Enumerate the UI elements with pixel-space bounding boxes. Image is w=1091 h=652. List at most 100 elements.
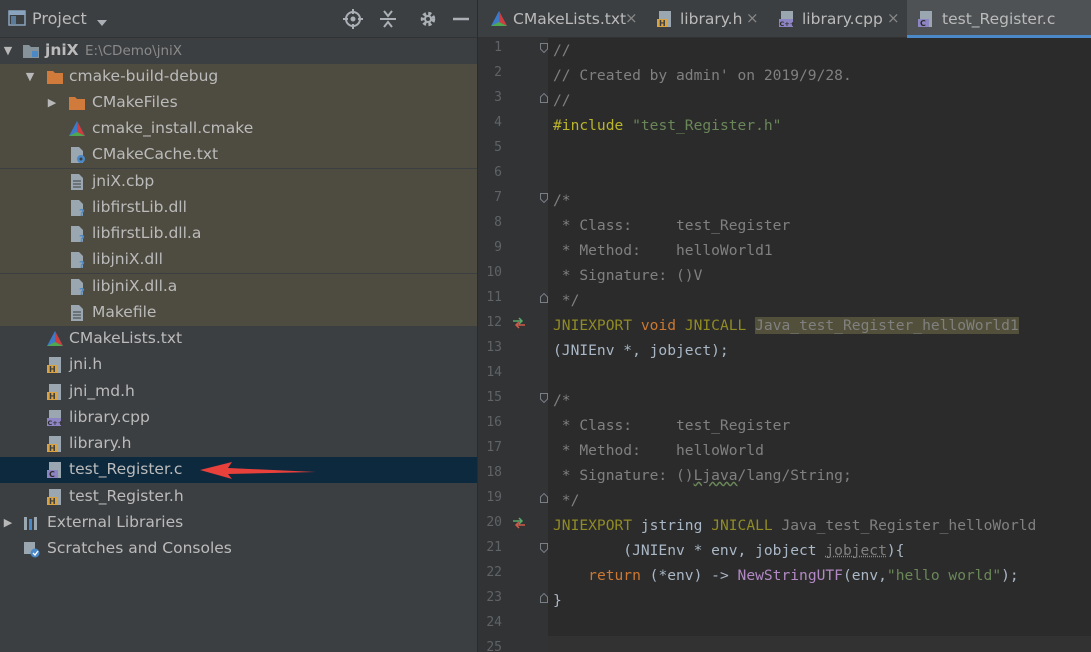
fold-open-icon[interactable] xyxy=(540,43,548,53)
fold-open-icon[interactable] xyxy=(540,393,548,403)
line-number: 10 xyxy=(486,265,502,280)
tab-label: library.h xyxy=(680,10,743,28)
tree-item-library-cpp[interactable]: C++ library.cpp xyxy=(0,405,477,431)
svg-text:H: H xyxy=(49,497,56,506)
keyword-token: void xyxy=(640,317,677,334)
fold-close-icon[interactable] xyxy=(540,593,548,603)
svg-text:C: C xyxy=(49,470,55,479)
tree-item-label: libjniX.dll.a xyxy=(92,277,178,295)
tree-item-external-libraries[interactable]: ▶ External Libraries xyxy=(0,510,477,536)
fold-close-icon[interactable] xyxy=(540,293,548,303)
tree-item-label: libfirstLib.dll.a xyxy=(92,224,202,242)
tree-item-jnix-cbp[interactable]: jniX.cbp xyxy=(0,169,477,195)
svg-text:C++: C++ xyxy=(48,419,64,427)
comment-text: /lang/String; xyxy=(737,467,852,484)
svg-text:?: ? xyxy=(79,208,85,217)
tab-test-register-c[interactable]: C test_Register.c xyxy=(907,0,1091,38)
line-number: 18 xyxy=(486,465,502,480)
macro-token: JNICALL xyxy=(711,517,773,534)
code-line-4: #include "test_Register.h" xyxy=(553,113,781,138)
c-file-icon: C xyxy=(46,461,64,479)
expand-arrow-icon[interactable]: ▼ xyxy=(24,70,36,84)
code-line-9: * Method: helloWorld1 xyxy=(553,242,773,259)
code-area[interactable]: // // Created by admin' on 2019/9/28. //… xyxy=(553,38,1091,652)
code-line-16: * Class: test_Register xyxy=(553,417,791,434)
tree-item-cmake-install[interactable]: cmake_install.cmake xyxy=(0,116,477,142)
tree-item-makefile[interactable]: Makefile xyxy=(0,300,477,326)
current-line-highlight xyxy=(548,636,1091,652)
h-file-icon: H xyxy=(656,10,674,28)
comment-text: * Signature: () xyxy=(553,467,694,484)
settings-gear-icon[interactable] xyxy=(418,9,438,29)
svg-text:C++: C++ xyxy=(780,20,796,28)
code-text: (*env) -> xyxy=(640,567,738,584)
unused-param-token: jobject xyxy=(825,542,887,559)
code-line-8: * Class: test_Register xyxy=(553,217,791,234)
code-line-7: /* xyxy=(553,192,571,209)
tree-item-label: jni.h xyxy=(69,355,103,373)
tree-item-libfirstlib-dll-a[interactable]: ? libfirstLib.dll.a xyxy=(0,221,477,247)
unknown-file-icon: ? xyxy=(68,251,86,271)
line-number: 20 xyxy=(486,515,502,530)
tab-cmakelists[interactable]: CMakeLists.txt × xyxy=(478,0,646,38)
fold-close-icon[interactable] xyxy=(540,93,548,103)
hide-panel-icon[interactable] xyxy=(451,9,471,29)
tree-item-label: library.h xyxy=(69,434,132,452)
tab-library-cpp[interactable]: C++ library.cpp × xyxy=(765,0,907,38)
folder-excluded-icon xyxy=(68,94,86,112)
tree-item-label: CMakeCache.txt xyxy=(92,145,219,163)
tree-item-cmakelists[interactable]: CMakeLists.txt xyxy=(0,326,477,352)
tree-item-cmake-build-debug[interactable]: ▼ cmake-build-debug xyxy=(0,64,477,90)
collapsed-arrow-icon[interactable]: ▶ xyxy=(2,516,14,530)
tab-library-h[interactable]: H library.h × xyxy=(646,0,765,38)
fold-open-icon[interactable] xyxy=(540,193,548,203)
expand-arrow-icon[interactable]: ▼ xyxy=(2,44,14,58)
fold-close-icon[interactable] xyxy=(540,493,548,503)
code-line-15: /* xyxy=(553,392,571,409)
tab-close-icon[interactable]: × xyxy=(887,9,900,27)
tab-close-icon[interactable]: × xyxy=(625,9,638,27)
tree-item-library-h[interactable]: H library.h xyxy=(0,431,477,457)
fold-open-icon[interactable] xyxy=(540,543,548,553)
code-line-23: } xyxy=(553,592,562,609)
editor-tab-bar: CMakeLists.txt × H library.h × C++ libra… xyxy=(478,0,1091,38)
tree-item-jnix[interactable]: ▼ jniX E:\CDemo\jniX xyxy=(0,38,477,64)
project-panel-title[interactable]: Project xyxy=(32,9,87,28)
line-number: 13 xyxy=(486,340,502,355)
collapsed-arrow-icon[interactable]: ▶ xyxy=(46,96,58,110)
line-number: 12 xyxy=(486,315,502,330)
typo-underlined-text: Ljava xyxy=(693,467,738,484)
line-number: 7 xyxy=(494,190,502,205)
tree-item-libfirstlib-dll[interactable]: ? libfirstLib.dll xyxy=(0,195,477,221)
code-line-20: JNIEXPORT jstring JNICALL Java_test_Regi… xyxy=(553,513,1036,538)
locate-icon[interactable] xyxy=(343,9,363,29)
navigate-related-icon[interactable] xyxy=(512,317,526,329)
tree-item-test-register-h[interactable]: H test_Register.h xyxy=(0,484,477,510)
navigate-related-icon[interactable] xyxy=(512,517,526,529)
project-view-icon[interactable] xyxy=(8,10,26,27)
tree-item-jni-md-h[interactable]: H jni_md.h xyxy=(0,379,477,405)
svg-text:C: C xyxy=(920,19,926,28)
scratches-icon xyxy=(22,540,40,558)
svg-text:H: H xyxy=(49,444,56,453)
collapse-all-icon[interactable] xyxy=(378,9,398,29)
tree-item-cmakefiles[interactable]: ▶ CMakeFiles xyxy=(0,90,477,116)
line-number: 21 xyxy=(486,540,502,555)
type-token: jstring xyxy=(640,517,703,534)
line-number: 9 xyxy=(494,240,502,255)
tree-item-label: cmake_install.cmake xyxy=(92,119,254,137)
tree-item-jni-h[interactable]: H jni.h xyxy=(0,352,477,378)
annotation-arrow-icon xyxy=(200,462,316,479)
tree-item-cmakecache[interactable]: CMakeCache.txt xyxy=(0,142,477,168)
line-number: 19 xyxy=(486,490,502,505)
function-name: Java_test_Register_helloWorld xyxy=(781,517,1037,534)
project-view-dropdown-icon[interactable] xyxy=(96,13,108,26)
svg-text:?: ? xyxy=(79,260,85,269)
tree-item-libjnix-dll[interactable]: ? libjniX.dll xyxy=(0,247,477,273)
tree-item-scratches[interactable]: Scratches and Consoles xyxy=(0,536,477,562)
tab-close-icon[interactable]: × xyxy=(746,9,759,27)
tree-item-label: CMakeLists.txt xyxy=(69,329,183,347)
tree-item-libjnix-dll-a[interactable]: ? libjniX.dll.a xyxy=(0,274,477,300)
tree-item-label: test_Register.c xyxy=(69,460,183,478)
cmake-icon xyxy=(46,330,64,348)
